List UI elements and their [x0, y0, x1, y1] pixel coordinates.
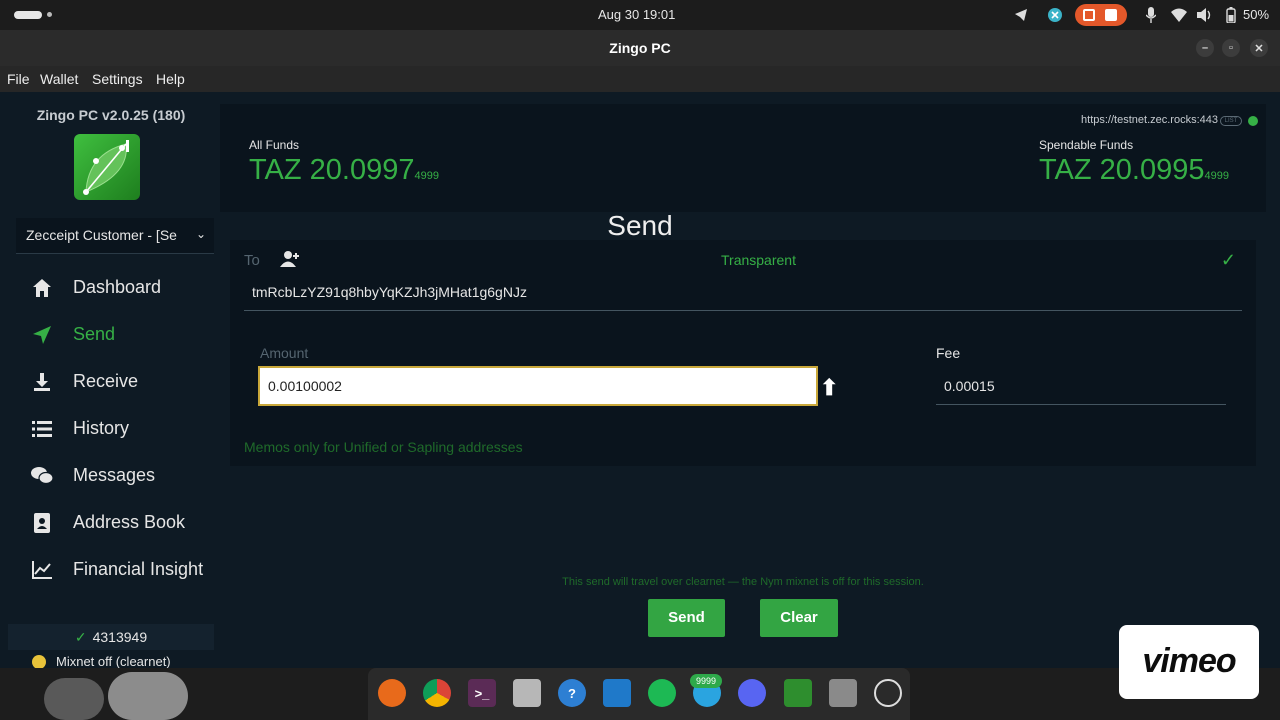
window-title: Zingo PC [609, 40, 671, 56]
fee-label: Fee [936, 345, 961, 361]
sidebar-item-messages[interactable]: Messages [16, 458, 214, 494]
notification-badge: 9999 [690, 674, 722, 688]
spendable-funds-value: TAZ 20.09954999 [1039, 154, 1229, 187]
firefox-icon[interactable] [378, 679, 406, 707]
amount-input[interactable] [258, 366, 818, 406]
blurred-overlay [108, 672, 188, 720]
menu-wallet[interactable]: Wallet [40, 71, 78, 87]
all-funds-value: TAZ 20.09974999 [249, 154, 439, 187]
volume-icon[interactable] [1196, 6, 1214, 24]
warning-icon [32, 655, 46, 668]
server-url: https://testnet.zec.rocks:443 [1081, 114, 1218, 126]
terminal-icon[interactable]: >_ [468, 679, 496, 707]
sidebar-item-label: Address Book [73, 512, 186, 532]
fee-underline [936, 404, 1226, 405]
sidebar-item-label: History [73, 418, 130, 438]
zingo-logo [74, 134, 140, 200]
sync-status: ✓ 4313949 [8, 624, 214, 650]
download-icon [30, 370, 54, 394]
sidebar-item-label: Messages [73, 465, 156, 485]
mixnet-status-label: Mixnet off (clearnet) [56, 654, 171, 668]
menu-file[interactable]: File [7, 71, 30, 87]
clearnet-note: This send will travel over clearnet — th… [562, 576, 924, 588]
recipient-address-field[interactable]: tmRcbLzYZ91q8hbyYqKZJh3jMHat1g6gNJz [252, 284, 527, 300]
trash-icon[interactable] [829, 679, 857, 707]
memo-note: Memos only for Unified or Sapling addres… [244, 439, 523, 455]
sidebar-item-label: Dashboard [73, 277, 162, 297]
menu-help[interactable]: Help [156, 71, 185, 87]
spendable-funds-label: Spendable Funds [1039, 138, 1134, 152]
zingo-dock-icon[interactable] [784, 679, 812, 707]
maximize-button[interactable]: ▫ [1222, 39, 1240, 57]
app-tray-icon[interactable] [1046, 6, 1064, 24]
app-version: Zingo PC v2.0.25 (180) [36, 107, 186, 123]
address-underline [244, 310, 1242, 311]
to-label: To [244, 252, 260, 269]
activities-indicator[interactable] [14, 11, 42, 19]
send-button[interactable]: Send [648, 599, 725, 637]
address-type-label: Transparent [721, 252, 796, 268]
send-form: To Transparent ✓ tmRcbLzYZ91q8hbyYqKZJh3… [230, 240, 1256, 466]
block-height: 4313949 [92, 629, 148, 645]
battery-icon[interactable] [1222, 6, 1240, 24]
clear-button[interactable]: Clear [760, 599, 838, 637]
discord-icon[interactable] [738, 679, 766, 707]
sidebar-item-history[interactable]: History [16, 411, 214, 447]
taskbar-dock: >_ ? [368, 668, 910, 720]
server-status-indicator [1248, 116, 1258, 126]
files-icon[interactable] [513, 679, 541, 707]
page-title: Send [607, 210, 673, 241]
mixnet-status: Mixnet off (clearnet) [8, 654, 214, 668]
server-tag: LIST [1220, 116, 1242, 126]
menu-bar: File Wallet Settings Help [0, 66, 1280, 92]
sidebar-item-receive[interactable]: Receive [16, 364, 214, 400]
all-funds-label: All Funds [249, 138, 300, 152]
help-icon[interactable]: ? [558, 679, 586, 707]
chat-icon [30, 464, 54, 488]
max-amount-arrow-icon[interactable]: ⬆ [820, 374, 838, 402]
sidebar-item-send[interactable]: Send [16, 317, 214, 353]
send-icon [30, 323, 54, 347]
add-contact-icon[interactable] [280, 250, 302, 270]
workspace-dot [47, 12, 52, 17]
sidebar-item-label: Receive [73, 371, 139, 391]
screen-record-indicator[interactable] [1075, 4, 1127, 26]
system-top-bar: Aug 30 19:01 50% [0, 0, 1280, 30]
fee-value: 0.00015 [944, 378, 995, 394]
app-content: Zingo PC v2.0.25 (180) Zecceipt Customer… [0, 92, 1280, 668]
all-funds-amount: TAZ 20.0997 [249, 154, 415, 186]
system-clock[interactable]: Aug 30 19:01 [598, 7, 675, 22]
spendable-funds-decimals: 4999 [1204, 170, 1229, 182]
close-button[interactable]: ✕ [1250, 39, 1268, 57]
balance-panel: https://testnet.zec.rocks:443 LIST All F… [220, 104, 1266, 212]
vimeo-watermark: vimeo [1119, 625, 1259, 699]
valid-address-check-icon: ✓ [1220, 250, 1236, 270]
amount-label: Amount [260, 345, 309, 361]
contact-book-icon [30, 511, 54, 535]
sidebar-item-address-book[interactable]: Address Book [16, 505, 214, 541]
check-icon: ✓ [74, 629, 87, 645]
menu-settings[interactable]: Settings [92, 71, 143, 87]
wifi-icon[interactable] [1170, 6, 1188, 24]
sidebar-item-label: Send [73, 324, 116, 344]
ubuntu-apps-icon[interactable] [874, 679, 902, 707]
all-funds-decimals: 4999 [414, 170, 439, 182]
home-icon [30, 276, 54, 300]
chrome-icon[interactable] [423, 679, 451, 707]
minimize-button[interactable]: – [1196, 39, 1214, 57]
list-icon [30, 417, 54, 441]
spotify-icon[interactable] [648, 679, 676, 707]
microphone-icon[interactable] [1142, 6, 1160, 24]
spendable-funds-amount: TAZ 20.0995 [1039, 154, 1205, 186]
window-title-bar: Zingo PC – ▫ ✕ [0, 30, 1280, 66]
vscode-icon[interactable] [603, 679, 631, 707]
sidebar-item-dashboard[interactable]: Dashboard [16, 270, 214, 306]
telegram-tray-icon[interactable] [1012, 6, 1030, 24]
blurred-overlay [44, 678, 104, 720]
battery-percentage: 50% [1243, 7, 1270, 22]
